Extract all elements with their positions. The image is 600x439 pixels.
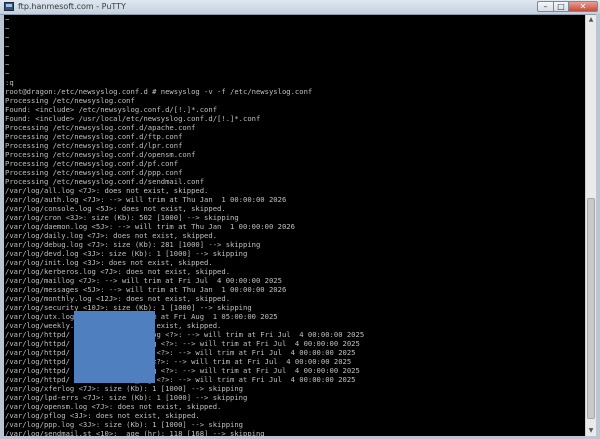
- terminal-line: /var/log/monthly.log <12J>: does not exi…: [5, 294, 231, 303]
- terminal-line: Found: <include> /usr/local/etc/newsyslo…: [5, 114, 261, 123]
- vertical-scrollbar[interactable]: ▲ ▼: [585, 15, 596, 436]
- terminal-line: ~: [5, 60, 10, 69]
- terminal-line: /var/log/httpd/ -access_log <?>: --> wil…: [5, 330, 365, 339]
- terminal-output: ~ ~ ~ ~ ~ ~ ~:q root@dragon:/etc/newsyslog.conf…: [5, 15, 364, 436]
- terminal-line: ~: [5, 51, 10, 60]
- terminal-line: /var/log/kerberos.log <7J>: does not exi…: [5, 267, 231, 276]
- maximize-button[interactable]: □: [554, 1, 569, 12]
- window-border-right: [596, 14, 600, 439]
- terminal-line: ~: [5, 42, 10, 51]
- terminal-line: /var/log/pflog <3J>: does not exist, ski…: [5, 411, 200, 420]
- scroll-track[interactable]: [587, 25, 595, 426]
- terminal-line: Processing /etc/newsyslog.conf.d/lpr.con…: [5, 141, 183, 150]
- terminal-line: /var/log/console.log <5J>: does not exis…: [5, 204, 226, 213]
- window-title: ftp.hanmesoft.com - PuTTY: [18, 2, 126, 11]
- terminal-line: /var/log/xferlog <7J>: size (Kb): 1 [100…: [5, 384, 243, 393]
- terminal-line: /var/log/weekly.log <5J>: does not exist…: [5, 321, 222, 330]
- terminal-line: /var/log/utx.log <3>: --> will trim at F…: [5, 312, 278, 321]
- close-button[interactable]: ✕: [569, 1, 598, 12]
- scroll-down-icon[interactable]: ▼: [586, 426, 596, 436]
- terminal-line: root@dragon:/etc/newsyslog.conf.d # news…: [5, 87, 313, 96]
- terminal-line: Processing /etc/newsyslog.conf.d/opensm.…: [5, 150, 196, 159]
- terminal-line: /var/log/httpd/ -error_log <?>: --> will…: [5, 339, 360, 348]
- terminal-line: ~: [5, 15, 10, 24]
- terminal-line: /var/log/httpd/ ccess_log <?>: --> will …: [5, 348, 356, 357]
- redaction-box: [74, 311, 155, 383]
- terminal-line: /var/log/httpd/ rror_log <?>: --> will t…: [5, 357, 352, 366]
- terminal-line: Processing /etc/newsyslog.conf.d/ftp.con…: [5, 132, 183, 141]
- terminal-line: /var/log/opensm.log <7J>: does not exist…: [5, 402, 222, 411]
- terminal-line: Processing /etc/newsyslog.conf.d/sendmai…: [5, 177, 205, 186]
- terminal-line: Processing /etc/newsyslog.conf: [5, 96, 135, 105]
- terminal-line: /var/log/daemon.log <5J>: --> will trim …: [5, 222, 295, 231]
- putty-icon[interactable]: [4, 2, 14, 11]
- terminal-line: ~: [5, 69, 10, 78]
- terminal-line: :q: [5, 78, 14, 87]
- terminal-line: /var/log/security <10J>: size (Kb): 1 [1…: [5, 303, 252, 312]
- minimize-button[interactable]: –: [537, 1, 554, 12]
- terminal-line: /var/log/sendmail.st <10>: age (hr): 118…: [5, 429, 265, 436]
- window-controls: – □ ✕: [537, 1, 598, 12]
- terminal-area[interactable]: ~ ~ ~ ~ ~ ~ ~:q root@dragon:/etc/newsyslog.conf…: [4, 15, 585, 436]
- terminal-line: /var/log/cron <3J>: size (Kb): 502 [1000…: [5, 213, 239, 222]
- terminal-line: ~: [5, 33, 10, 42]
- terminal-line: ~: [5, 24, 10, 33]
- terminal-line: /var/log/devd.log <3J>: size (Kb): 1 [10…: [5, 249, 248, 258]
- title-bar[interactable]: ftp.hanmesoft.com - PuTTY – □ ✕: [0, 0, 600, 15]
- terminal-line: /var/log/maillog <7J>: --> will trim at …: [5, 276, 282, 285]
- terminal-line: /var/log/httpd/ access_log <?>: --> will…: [5, 366, 360, 375]
- terminal-line: /var/log/messages <5J>: --> will trim at…: [5, 285, 287, 294]
- terminal-line: /var/log/lpd-errs <7J>: size (Kb): 1 [10…: [5, 393, 248, 402]
- terminal-line: /var/log/daily.log <7J>: does not exist,…: [5, 231, 218, 240]
- terminal-line: /var/log/auth.log <7J>: --> will trim at…: [5, 195, 287, 204]
- terminal-line: /var/log/all.log <7J>: does not exist, s…: [5, 186, 209, 195]
- putty-window: ftp.hanmesoft.com - PuTTY – □ ✕ ~ ~ ~ ~ ~ ~ ~:…: [0, 0, 600, 439]
- scroll-up-icon[interactable]: ▲: [586, 15, 596, 25]
- terminal-line: Found: <include> /etc/newsyslog.conf.d/[…: [5, 105, 218, 114]
- terminal-line: /var/log/httpd/ error_log <?>: --> will …: [5, 375, 356, 384]
- terminal-line: Processing /etc/newsyslog.conf.d/ppp.con…: [5, 168, 183, 177]
- terminal-line: /var/log/debug.log <7J>: size (Kb): 281 …: [5, 240, 261, 249]
- terminal-line: /var/log/ppp.log <3J>: size (Kb): 1 [100…: [5, 420, 243, 429]
- terminal-line: Processing /etc/newsyslog.conf.d/pf.conf: [5, 159, 179, 168]
- scroll-thumb[interactable]: [587, 198, 595, 419]
- terminal-line: Processing /etc/newsyslog.conf.d/apache.…: [5, 123, 196, 132]
- terminal-line: /var/log/init.log <3J>: does not exist, …: [5, 258, 213, 267]
